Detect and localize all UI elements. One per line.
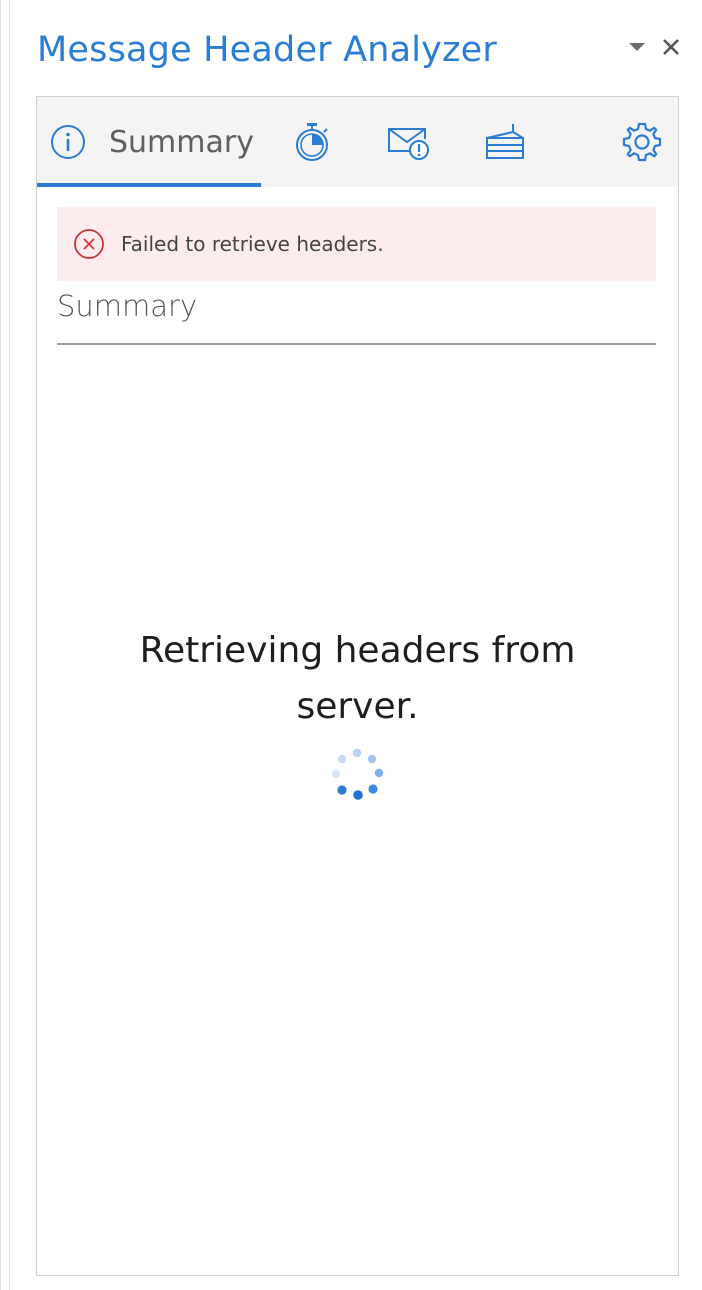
tab-bar: Summary bbox=[37, 97, 678, 187]
loading-message-line-2: server. bbox=[296, 686, 419, 727]
loading-spinner-icon bbox=[331, 748, 384, 800]
pane-menu-button[interactable] bbox=[626, 36, 648, 58]
error-message-text: Failed to retrieve headers. bbox=[121, 232, 384, 256]
pane-close-button[interactable] bbox=[660, 36, 682, 58]
summary-heading: Summary bbox=[57, 289, 198, 323]
loading-message: Retrieving headers from server. bbox=[37, 623, 678, 735]
pane-edge bbox=[9, 0, 10, 1290]
add-in-pane: Message Header Analyzer Summary Failed t… bbox=[0, 0, 702, 1290]
mail-alert-icon bbox=[386, 123, 430, 161]
spinner-dot bbox=[352, 748, 362, 758]
tab-timeline[interactable] bbox=[287, 97, 337, 187]
info-icon bbox=[49, 123, 87, 161]
spinner-dot bbox=[331, 769, 341, 779]
tab-selected-indicator bbox=[37, 183, 261, 187]
tab-antispam[interactable] bbox=[382, 97, 434, 187]
summary-divider bbox=[57, 343, 656, 345]
tab-other-headers[interactable] bbox=[479, 97, 531, 187]
spinner-dot bbox=[337, 785, 347, 795]
spinner-dot bbox=[367, 754, 377, 764]
error-message-bar: Failed to retrieve headers. bbox=[57, 207, 656, 281]
tab-summary-label: Summary bbox=[109, 124, 254, 160]
spinner-dot bbox=[353, 790, 363, 800]
spinner-dot bbox=[368, 784, 378, 794]
main-frame: Summary Failed to retrieve headers. Summ… bbox=[36, 96, 679, 1276]
spinner-dot bbox=[374, 768, 384, 778]
gear-icon bbox=[620, 120, 664, 164]
pane-title: Message Header Analyzer bbox=[37, 30, 497, 70]
spinner-dot bbox=[337, 754, 347, 764]
settings-button[interactable] bbox=[617, 97, 667, 187]
error-circle-icon bbox=[73, 228, 105, 260]
loading-message-line-1: Retrieving headers from bbox=[139, 630, 576, 671]
stopwatch-icon bbox=[292, 121, 332, 163]
title-controls bbox=[626, 36, 682, 58]
tab-summary[interactable]: Summary bbox=[37, 97, 261, 187]
close-icon bbox=[663, 39, 679, 55]
stack-icon bbox=[483, 122, 527, 162]
caret-down-icon bbox=[629, 43, 645, 51]
